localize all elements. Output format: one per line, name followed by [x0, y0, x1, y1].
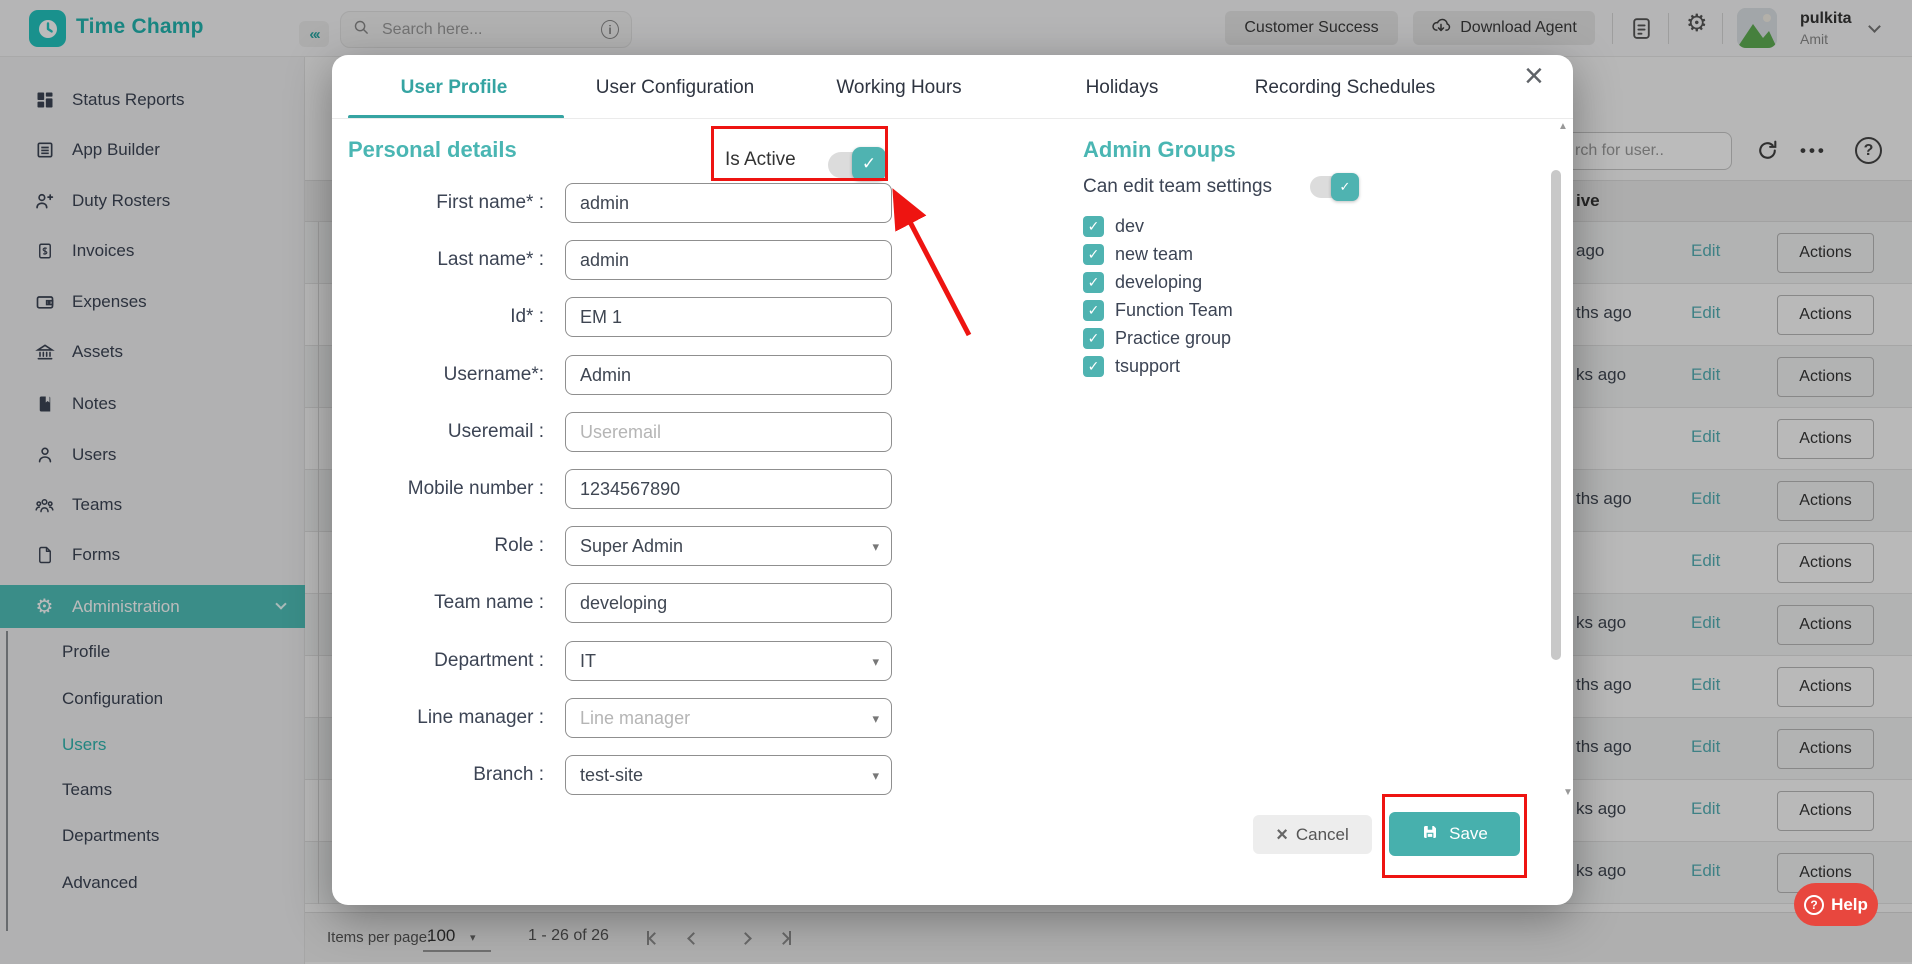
form-row-useremail: Useremail : [348, 412, 908, 452]
personal-details-title: Personal details [348, 137, 517, 162]
username-input[interactable] [565, 355, 892, 395]
mobile-number-input[interactable] [565, 469, 892, 509]
group-item-practice-group: ✓ Practice group [1083, 324, 1233, 352]
group-label: tsupport [1115, 355, 1181, 376]
form-row-username: Username*: [348, 355, 908, 395]
field-label: Branch : [473, 764, 544, 785]
form-row-role: Role : ▾ [348, 526, 908, 566]
field-label: Last name* : [437, 249, 544, 270]
can-edit-team-settings-toggle[interactable]: ✓ [1310, 173, 1359, 201]
form-row-branch: Branch : ▾ [348, 755, 908, 795]
field-label: First name* : [436, 192, 544, 213]
close-icon[interactable]: × [1524, 59, 1544, 93]
checkbox-checked-icon[interactable]: ✓ [1083, 215, 1104, 237]
checkbox-checked-icon[interactable]: ✓ [1083, 243, 1104, 265]
group-label: dev [1115, 215, 1145, 236]
branch-select[interactable]: ▾ [565, 755, 892, 795]
admin-groups-title: Admin Groups [1083, 137, 1236, 162]
line-manager-select[interactable]: ▾ [565, 698, 892, 738]
field-input[interactable] [566, 298, 891, 336]
field-label: Id* : [510, 306, 544, 327]
first-name-input[interactable] [565, 183, 892, 223]
form-row-team-name: Team name : [348, 583, 908, 623]
group-label: Practice group [1115, 327, 1232, 348]
field-label: Role : [494, 535, 544, 556]
field-input[interactable] [566, 184, 891, 222]
app-root: Time Champ «‹ i Customer Success Downloa… [0, 0, 1912, 964]
form-row-department: Department : ▾ [348, 641, 908, 681]
tabs-divider [332, 118, 1573, 119]
scroll-down-icon[interactable]: ▼ [1563, 787, 1573, 798]
field-label: Team name : [434, 592, 544, 613]
field-input[interactable] [566, 413, 891, 451]
group-item-developing: ✓ developing [1083, 268, 1233, 296]
checkbox-checked-icon[interactable]: ✓ [1083, 355, 1104, 377]
modal-scrollbar[interactable] [1551, 170, 1561, 660]
chevron-down-icon: ▾ [872, 539, 879, 554]
toggle-check-icon: ✓ [1331, 173, 1359, 201]
department-select[interactable]: ▾ [565, 641, 892, 681]
cancel-button[interactable]: × Cancel [1253, 815, 1372, 854]
checkbox-checked-icon[interactable]: ✓ [1083, 271, 1104, 293]
scroll-up-icon[interactable]: ▲ [1558, 121, 1568, 132]
field-input[interactable] [566, 699, 891, 737]
tab-user-configuration[interactable]: User Configuration [596, 77, 754, 99]
field-label: Username*: [443, 364, 544, 385]
role-select[interactable]: ▾ [565, 526, 892, 566]
checkbox-checked-icon[interactable]: ✓ [1083, 299, 1104, 321]
annotation-box-save [1382, 794, 1527, 878]
group-label: developing [1115, 271, 1203, 292]
can-edit-team-settings-label: Can edit team settings [1083, 176, 1273, 197]
group-item-new-team: ✓ new team [1083, 240, 1233, 268]
group-label: new team [1115, 243, 1194, 264]
group-label: Function Team [1115, 299, 1233, 320]
group-item-function-team: ✓ Function Team [1083, 296, 1233, 324]
form-row-last-name: Last name* : [348, 240, 908, 280]
form-row-line-manager: Line manager : ▾ [348, 698, 908, 738]
help-question-icon: ? [1804, 894, 1825, 915]
field-input[interactable] [566, 241, 891, 279]
field-input[interactable] [566, 356, 891, 394]
form-row-mobile-number: Mobile number : [348, 469, 908, 509]
group-item-tsupport: ✓ tsupport [1083, 352, 1233, 380]
checkbox-checked-icon[interactable]: ✓ [1083, 327, 1104, 349]
annotation-arrow [892, 188, 972, 337]
form-row-first-name: First name* : [348, 183, 908, 223]
field-label: Useremail : [447, 421, 544, 442]
field-input[interactable] [566, 642, 891, 680]
close-icon: × [1276, 823, 1288, 846]
help-button[interactable]: ? Help [1794, 883, 1878, 926]
chevron-down-icon: ▾ [872, 768, 879, 783]
group-item-dev: ✓ dev [1083, 212, 1233, 240]
field-input[interactable] [566, 470, 891, 508]
chevron-down-icon: ▾ [872, 711, 879, 726]
id-input[interactable] [565, 297, 892, 337]
field-label: Department : [434, 650, 544, 671]
field-input[interactable] [566, 756, 891, 794]
useremail-input[interactable] [565, 412, 892, 452]
form-row-id: Id* : [348, 297, 908, 337]
field-input[interactable] [566, 584, 891, 622]
team-name-input[interactable] [565, 583, 892, 623]
field-label: Mobile number : [407, 478, 544, 499]
chevron-down-icon: ▾ [872, 654, 879, 669]
tab-recording-schedules[interactable]: Recording Schedules [1255, 77, 1436, 99]
field-input[interactable] [566, 527, 891, 565]
admin-groups-list: ✓ dev ✓ new team ✓ developing ✓ Function Team ✓ P… [1083, 212, 1233, 380]
tab-working-hours[interactable]: Working Hours [836, 77, 961, 99]
tab-holidays[interactable]: Holidays [1086, 77, 1159, 99]
last-name-input[interactable] [565, 240, 892, 280]
field-label: Line manager : [417, 707, 544, 728]
tab-user-profile[interactable]: User Profile [401, 77, 508, 99]
